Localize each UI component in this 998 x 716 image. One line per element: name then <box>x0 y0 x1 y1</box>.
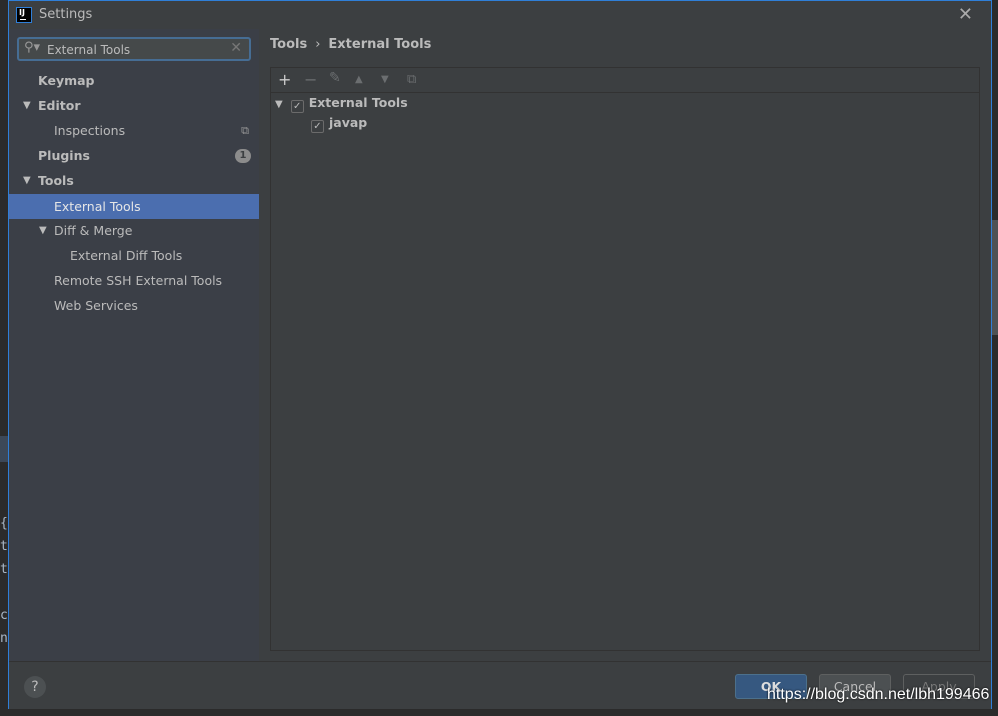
expand-triangle-icon[interactable]: ▼ <box>23 168 31 193</box>
chevron-right-icon: › <box>315 37 321 52</box>
checkbox-checked-icon[interactable]: ✓ <box>290 100 304 113</box>
settings-dialog: IJ Settings ✕ ⚲▾ ✕ Keymap ▼Editor Inspec… <box>8 0 992 709</box>
tree-item-javap[interactable]: ✓ javap <box>311 113 367 133</box>
remove-icon[interactable]: − <box>304 70 317 89</box>
background-panel <box>992 220 998 335</box>
background-editor-code: { t t c n <box>0 516 8 646</box>
breadcrumb-current: External Tools <box>328 37 432 52</box>
close-icon[interactable]: ✕ <box>958 4 973 25</box>
expand-triangle-icon[interactable]: ▼ <box>275 99 283 110</box>
breadcrumb-parent[interactable]: Tools <box>270 37 307 52</box>
copy-icon[interactable]: ⧉ <box>407 72 416 87</box>
sidebar-item-tools[interactable]: ▼ Tools <box>9 168 259 193</box>
sidebar-item-remote-ssh-external-tools[interactable]: Remote SSH External Tools <box>9 268 259 293</box>
checkbox-checked-icon[interactable]: ✓ <box>311 120 324 133</box>
sidebar-item-web-services[interactable]: Web Services <box>9 293 259 318</box>
sidebar-item-inspections[interactable]: Inspections ⧉ <box>9 118 259 143</box>
external-tools-panel: + − ✎ ▲ ▼ ⧉ ▼ ✓ External Tools ✓ javap <box>270 67 980 651</box>
expand-triangle-icon[interactable]: ▼ <box>39 218 47 243</box>
search-input[interactable] <box>47 41 227 58</box>
breadcrumb: Tools › External Tools <box>270 37 431 52</box>
updates-badge: 1 <box>235 149 251 163</box>
sidebar-item-editor[interactable]: ▼ Editor <box>9 93 259 118</box>
edit-icon[interactable]: ✎ <box>329 70 341 86</box>
toolbar: + − ✎ ▲ ▼ ⧉ <box>271 68 979 93</box>
tree-item-external-tools[interactable]: ▼ ✓ External Tools <box>275 93 408 113</box>
move-down-icon[interactable]: ▼ <box>381 74 389 85</box>
sidebar-item-plugins[interactable]: Plugins 1 <box>9 143 259 168</box>
search-icon[interactable]: ⚲▾ <box>24 40 40 55</box>
project-scope-icon: ⧉ <box>241 124 249 137</box>
sidebar-item-keymap[interactable]: Keymap <box>9 68 259 93</box>
window-title: Settings <box>39 7 93 22</box>
clear-icon[interactable]: ✕ <box>230 40 242 56</box>
title-bar: IJ Settings ✕ <box>9 1 991 29</box>
intellij-logo-icon: IJ <box>16 7 32 23</box>
help-button[interactable]: ? <box>24 676 46 698</box>
sidebar-item-external-tools[interactable]: External Tools <box>9 194 259 219</box>
search-field[interactable]: ⚲▾ ✕ <box>17 37 251 61</box>
sidebar: ⚲▾ ✕ Keymap ▼Editor Inspections⧉ Plugins… <box>9 29 259 661</box>
move-up-icon[interactable]: ▲ <box>355 74 363 85</box>
background-panel <box>0 436 8 462</box>
watermark: https://blog.csdn.net/lbh199466 <box>767 686 990 703</box>
sidebar-item-diff-merge[interactable]: ▼ Diff & Merge <box>9 218 259 243</box>
expand-triangle-icon[interactable]: ▼ <box>23 93 31 118</box>
add-icon[interactable]: + <box>278 70 291 89</box>
sidebar-item-external-diff-tools[interactable]: External Diff Tools <box>9 243 259 268</box>
